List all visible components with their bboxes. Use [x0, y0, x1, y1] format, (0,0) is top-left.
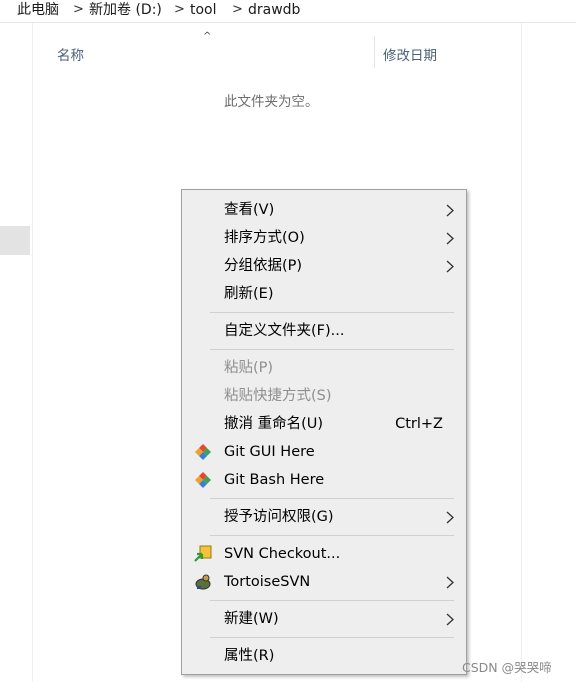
menu-item-label: Git Bash Here [224, 472, 325, 488]
breadcrumb-this-pc[interactable]: 此电脑 [17, 0, 59, 20]
chevron-right-icon[interactable]: > [73, 0, 84, 20]
menu-item-customize-folder[interactable]: 自定义文件夹(F)... [182, 317, 466, 345]
menu-item-label: Git GUI Here [224, 444, 315, 460]
git-gui-icon [195, 444, 211, 460]
menu-item-label: 查看(V) [224, 202, 275, 218]
svn-checkout-icon [194, 545, 212, 562]
menu-item-label: 粘贴快捷方式(S) [224, 388, 332, 404]
menu-separator [210, 535, 454, 536]
empty-folder-message: 此文件夹为空。 [224, 94, 319, 110]
menu-item-label: TortoiseSVN [224, 574, 311, 590]
menu-item-svn-checkout[interactable]: SVN Checkout... [182, 540, 466, 568]
menu-item-label: SVN Checkout... [224, 546, 341, 562]
menu-separator [210, 498, 454, 499]
chevron-right-icon[interactable]: > [174, 0, 185, 20]
menu-item-label: 排序方式(O) [224, 230, 305, 246]
menu-item-label: 刷新(E) [224, 286, 274, 302]
menu-item-label: 撤消 重命名(U) [224, 416, 324, 432]
menu-separator [210, 312, 454, 313]
menu-item-new[interactable]: 新建(W) [182, 605, 466, 633]
menu-item-git-bash-here[interactable]: Git Bash Here [182, 466, 466, 494]
menu-item-label: 粘贴(P) [224, 360, 274, 376]
submenu-arrow-icon [446, 613, 454, 626]
tortoisesvn-icon [195, 574, 211, 590]
submenu-arrow-icon [446, 260, 454, 273]
menu-separator [210, 349, 454, 350]
submenu-arrow-icon [446, 511, 454, 524]
menu-item-label: 新建(W) [224, 611, 279, 627]
git-bash-icon [195, 472, 211, 488]
sidebar-selected-item[interactable] [0, 226, 30, 255]
context-menu: 查看(V) 排序方式(O) 分组依据(P) 刷新(E) 自定义文件夹(F)...… [181, 189, 467, 675]
sort-ascending-icon: ^ [203, 31, 212, 42]
menu-item-git-gui-here[interactable]: Git GUI Here [182, 438, 466, 466]
column-header-name[interactable]: 名称 [57, 44, 84, 64]
menu-item-label: 自定义文件夹(F)... [224, 323, 345, 339]
menu-item-group-by[interactable]: 分组依据(P) [182, 252, 466, 280]
breadcrumb-tool[interactable]: tool [190, 0, 217, 20]
menu-item-shortcut: Ctrl+Z [395, 416, 443, 432]
menu-item-tortoisesvn[interactable]: TortoiseSVN [182, 568, 466, 596]
breadcrumb-drive-d[interactable]: 新加卷 (D:) [89, 0, 162, 20]
column-divider[interactable] [374, 36, 375, 68]
breadcrumb: 此电脑 > 新加卷 (D:) > tool > drawdb [0, 0, 576, 22]
menu-item-undo-rename[interactable]: 撤消 重命名(U) Ctrl+Z [182, 410, 466, 438]
submenu-arrow-icon [446, 576, 454, 589]
menu-item-label: 分组依据(P) [224, 258, 303, 274]
menu-item-refresh[interactable]: 刷新(E) [182, 280, 466, 308]
menu-item-view[interactable]: 查看(V) [182, 196, 466, 224]
breadcrumb-drawdb[interactable]: drawdb [248, 0, 300, 20]
menu-item-label: 属性(R) [224, 648, 275, 664]
menu-item-paste: 粘贴(P) [182, 354, 466, 382]
menu-item-properties[interactable]: 属性(R) [182, 642, 466, 670]
menu-item-label: 授予访问权限(G) [224, 509, 334, 525]
watermark: CSDN @哭哭啼 [462, 660, 552, 675]
menu-separator [210, 600, 454, 601]
submenu-arrow-icon [446, 204, 454, 217]
column-header-date-modified[interactable]: 修改日期 [383, 44, 437, 64]
chevron-right-icon[interactable]: > [232, 0, 243, 20]
submenu-arrow-icon [446, 232, 454, 245]
menu-separator [210, 637, 454, 638]
menu-item-give-access[interactable]: 授予访问权限(G) [182, 503, 466, 531]
menu-item-paste-shortcut: 粘贴快捷方式(S) [182, 382, 466, 410]
menu-item-sort-by[interactable]: 排序方式(O) [182, 224, 466, 252]
